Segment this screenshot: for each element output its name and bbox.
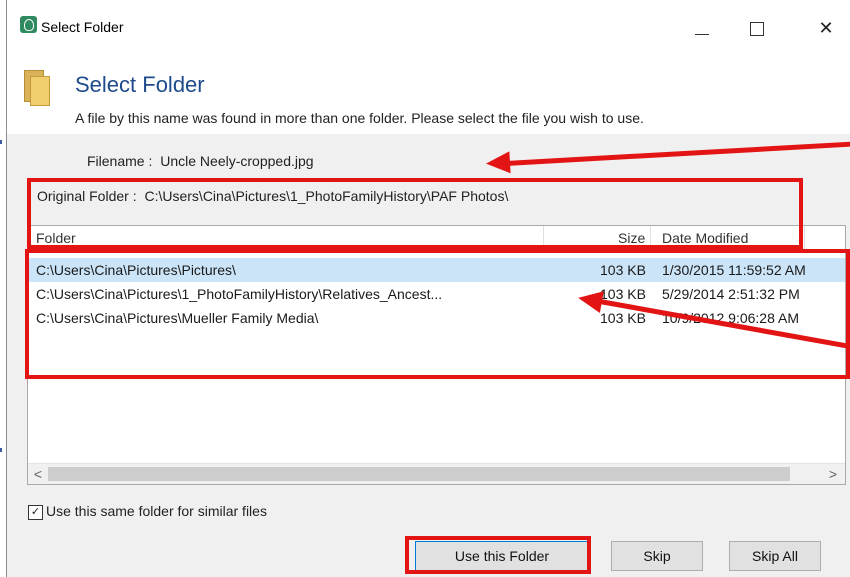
scroll-right-icon[interactable]: >	[825, 466, 841, 482]
skip-button[interactable]: Skip	[611, 541, 703, 571]
annotation-box-original-folder	[27, 178, 803, 249]
left-edge-mark-bottom	[0, 448, 2, 452]
app-icon	[20, 16, 37, 33]
maximize-icon	[750, 22, 764, 36]
folder-icon	[24, 68, 50, 106]
column-separator	[804, 226, 805, 250]
scroll-left-icon[interactable]: <	[30, 466, 46, 482]
same-folder-label[interactable]: Use this same folder for similar files	[46, 503, 267, 519]
left-edge-mark-top	[0, 140, 2, 144]
same-folder-checkbox[interactable]: ✓	[28, 505, 43, 520]
skip-all-button[interactable]: Skip All	[729, 541, 821, 571]
filename-row: Filename : Uncle Neely-cropped.jpg	[87, 153, 314, 169]
close-button[interactable]: ✕	[803, 12, 849, 44]
dialog-heading: Select Folder	[75, 72, 205, 97]
annotation-box-use-folder-button	[405, 536, 591, 574]
minimize-button[interactable]	[679, 12, 725, 44]
maximize-button[interactable]	[733, 12, 779, 44]
filename-label: Filename :	[87, 153, 153, 169]
close-icon: ✕	[818, 18, 834, 38]
annotation-box-folder-list	[25, 249, 850, 379]
title-bar: Select Folder ✕	[7, 0, 850, 60]
minimize-icon	[695, 34, 709, 35]
annotation-arrowhead-filename	[485, 151, 511, 175]
horizontal-scrollbar[interactable]: < >	[28, 463, 845, 484]
filename-value: Uncle Neely-cropped.jpg	[160, 153, 314, 169]
scrollbar-thumb[interactable]	[48, 467, 790, 481]
dialog-description: A file by this name was found in more th…	[75, 110, 644, 126]
window-title: Select Folder	[41, 19, 124, 35]
annotation-arrowhead-row	[576, 287, 604, 313]
